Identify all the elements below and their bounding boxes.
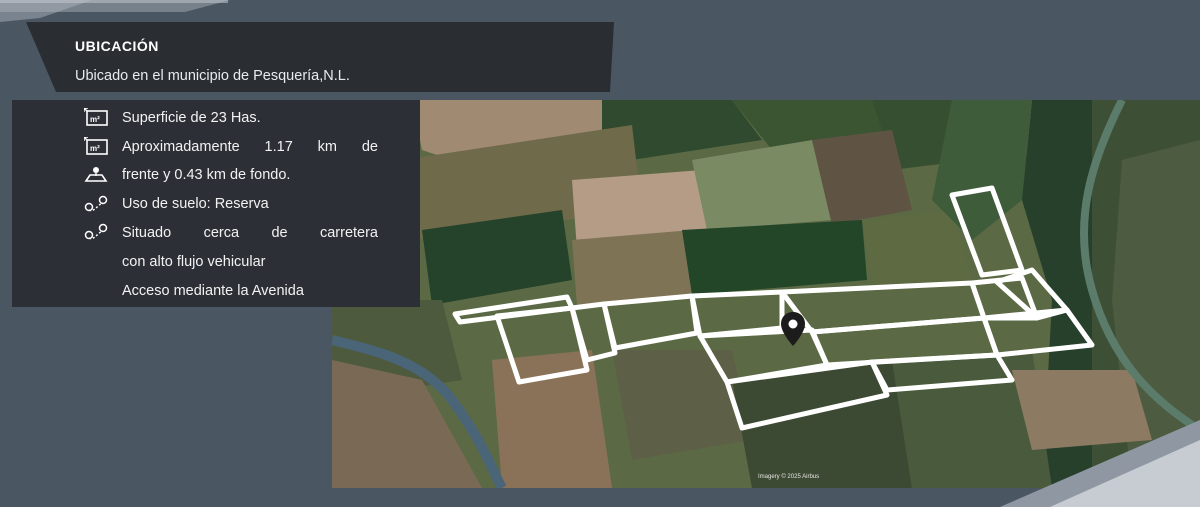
map-canvas [332, 100, 1200, 488]
location-text-line2: con alto flujo vehicular [122, 254, 266, 270]
svg-text:m²: m² [90, 115, 100, 124]
dimensions-text-line2: frente y 0.43 km de fondo. [122, 167, 291, 183]
route-icon [84, 194, 110, 214]
svg-text:m²: m² [90, 144, 100, 153]
surface-text: Superficie de 23 Has. [122, 110, 261, 126]
route-icon [84, 222, 110, 242]
area-m2-icon: m² [83, 136, 110, 157]
location-subtitle: Ubicado en el municipio de Pesquería,N.L… [75, 68, 350, 84]
dimensions-text-line1: Aproximadamente 1.17 km de [122, 139, 378, 155]
land-use-text: Uso de suelo: Reserva [122, 196, 269, 212]
satellite-map[interactable]: Imagery © 2025 Airbus [332, 100, 1200, 488]
location-text-line3: Acceso mediante la Avenida [122, 283, 304, 299]
location-pin-icon[interactable] [781, 312, 805, 346]
page: Imagery © 2025 Airbus UBICACIÓN Ubicado … [0, 0, 1200, 507]
area-m2-icon: m² [83, 107, 110, 128]
land-plot-icon [84, 165, 110, 185]
location-text-line1: Situado cerca de carretera [122, 225, 378, 241]
section-title: UBICACIÓN [75, 38, 159, 54]
map-credit: Imagery © 2025 Airbus [758, 474, 820, 480]
